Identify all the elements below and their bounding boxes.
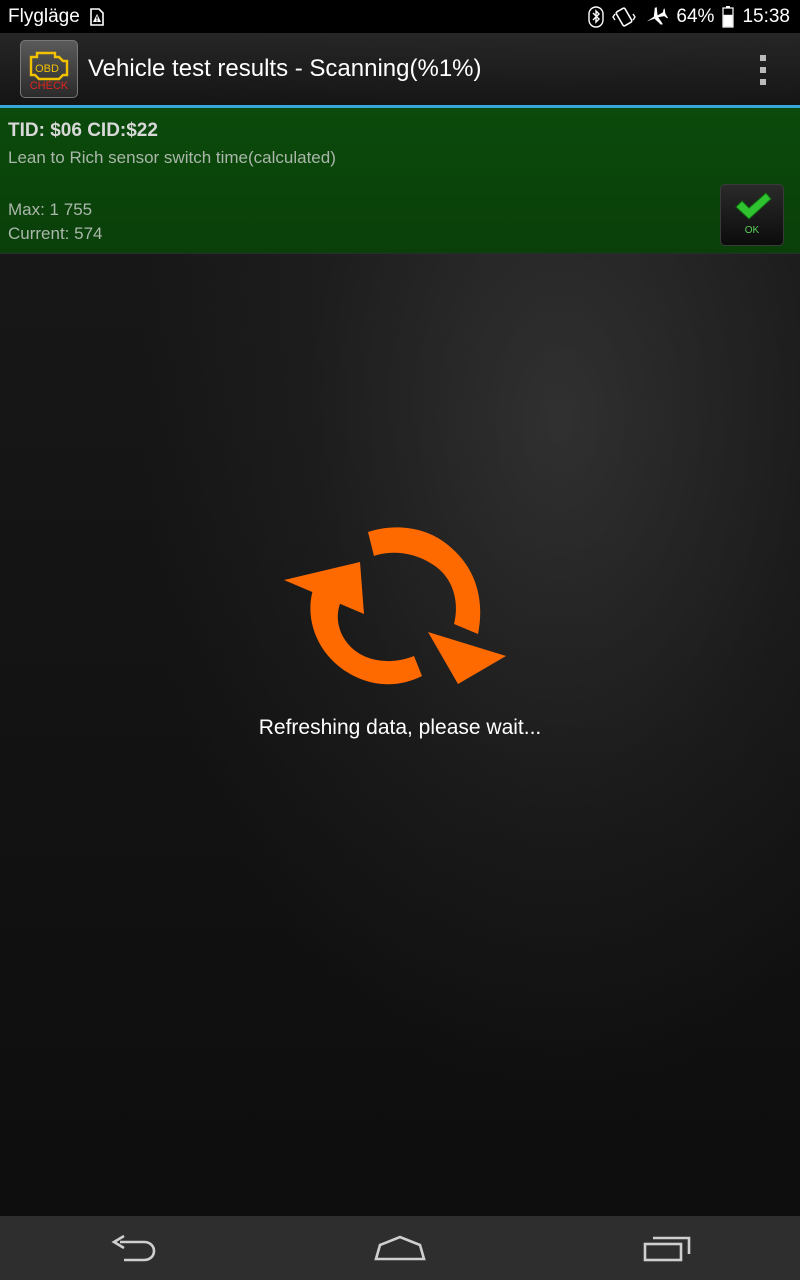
loading-message: Refreshing data, please wait...	[258, 716, 542, 739]
vibrate-icon	[612, 6, 637, 28]
airplane-icon	[644, 6, 669, 28]
checkmark-icon	[735, 192, 772, 220]
test-result-item[interactable]: TID: $06 CID:$22 Lean to Rich sensor swi…	[0, 108, 800, 254]
action-bar: OBD CHECK Vehicle test results - Scannin…	[0, 33, 800, 108]
back-icon	[111, 1234, 156, 1262]
overflow-menu-icon[interactable]	[758, 55, 768, 85]
status-label: OK	[744, 225, 760, 236]
status-left: Flygläge	[0, 6, 106, 28]
back-button[interactable]	[83, 1216, 183, 1280]
recents-button[interactable]	[617, 1216, 717, 1280]
bluetooth-icon	[588, 5, 605, 28]
overflow-dot	[760, 55, 766, 61]
refresh-icon	[284, 527, 506, 685]
overflow-dot	[760, 67, 766, 73]
max-value: Max: 1 755	[8, 200, 93, 219]
test-id: TID: $06 CID:$22	[8, 120, 158, 141]
current-value: Current: 574	[8, 224, 103, 243]
clock: 15:38	[742, 5, 790, 27]
engine-check-icon: OBD CHECK	[30, 51, 69, 92]
navigation-bar	[0, 1216, 800, 1280]
app-icon-obd: OBD	[35, 63, 59, 75]
screen: Flygläge 64% 15:38 OBD CHECK Vehicle tes…	[0, 0, 800, 1280]
page-title: Vehicle test results - Scanning(%1%)	[88, 55, 482, 82]
status-bar: Flygläge 64% 15:38	[0, 0, 800, 33]
battery-icon	[722, 5, 735, 28]
status-right: 64% 15:38	[588, 5, 800, 28]
overflow-dot	[760, 79, 766, 85]
test-description: Lean to Rich sensor switch time(calculat…	[8, 148, 336, 167]
home-button[interactable]	[350, 1216, 450, 1280]
airplane-mode-label: Flygläge	[8, 5, 80, 27]
home-icon	[374, 1235, 426, 1261]
status-badge: OK	[720, 184, 784, 246]
app-logo[interactable]: OBD CHECK	[20, 40, 78, 98]
battery-percent: 64%	[676, 5, 715, 27]
sim-alert-icon	[86, 7, 106, 27]
app-icon-check: CHECK	[30, 80, 69, 92]
recents-icon	[643, 1236, 690, 1262]
